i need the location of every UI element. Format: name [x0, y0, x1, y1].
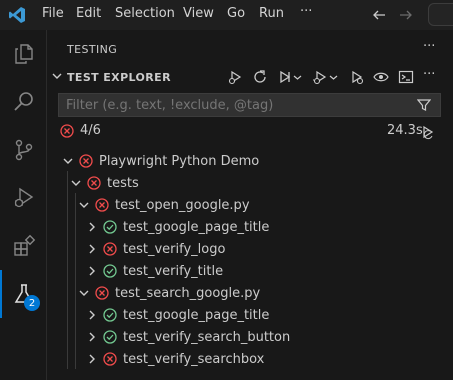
section-collapse-chevron-icon[interactable] [51, 70, 63, 82]
refresh-tests-icon[interactable] [226, 68, 244, 86]
chevron-down-icon[interactable] [78, 199, 90, 211]
test-failed-icon [95, 198, 109, 212]
menu-file[interactable]: File [42, 6, 64, 21]
menu-edit[interactable]: Edit [76, 6, 101, 21]
test-tree-row[interactable]: test_open_google.py [47, 194, 453, 216]
test-failed-icon [103, 352, 117, 366]
test-passed-icon [103, 308, 117, 322]
extensions-icon[interactable] [0, 222, 47, 270]
continuous-run-eye-icon[interactable] [372, 68, 390, 86]
test-tree-label: test_google_page_title [123, 307, 270, 323]
test-tree-label: test_open_google.py [115, 197, 250, 213]
chevron-down-icon[interactable] [78, 287, 90, 299]
menu-more[interactable]: ··· [300, 4, 312, 19]
run-all-tests-icon[interactable] [276, 68, 294, 86]
debug-dropdown-chevron-icon[interactable] [329, 73, 338, 82]
test-tree-row[interactable]: test_verify_search_button [47, 326, 453, 348]
run-with-coverage-icon[interactable] [348, 68, 366, 86]
chevron-down-icon[interactable] [70, 177, 82, 189]
test-tree-row[interactable]: Playwright Python Demo [47, 150, 453, 172]
test-tree-row[interactable]: test_google_page_title [47, 304, 453, 326]
chevron-right-icon[interactable] [86, 243, 98, 255]
sidebar-more-button[interactable]: ··· [423, 39, 435, 54]
testing-icon[interactable] [0, 270, 47, 318]
chevron-right-icon[interactable] [86, 331, 98, 343]
test-tree-label: Playwright Python Demo [99, 153, 260, 169]
vscode-logo-icon [8, 6, 26, 24]
test-failed-icon [95, 286, 109, 300]
test-tree-row[interactable]: test_verify_title [47, 260, 453, 282]
menu-view[interactable]: View [183, 6, 214, 21]
test-tree-row[interactable]: test_google_page_title [47, 216, 453, 238]
test-tree-label: test_search_google.py [115, 285, 261, 301]
source-control-icon[interactable] [0, 126, 47, 174]
activity-bar: 2 [0, 30, 47, 380]
debug-all-tests-icon[interactable] [311, 68, 329, 86]
test-tree-label: test_google_page_title [123, 219, 270, 235]
testing-badge: 2 [24, 295, 40, 311]
chevron-right-icon[interactable] [86, 309, 98, 321]
rerun-last-icon[interactable] [420, 124, 436, 140]
test-failed-icon [103, 242, 117, 256]
test-tree-label: test_verify_searchbox [123, 351, 265, 367]
explorer-icon[interactable] [0, 30, 47, 78]
test-tree-row[interactable]: test_verify_logo [47, 238, 453, 260]
rerun-tests-icon[interactable] [251, 68, 269, 86]
test-tree-row[interactable]: test_search_google.py [47, 282, 453, 304]
summary-count: 4/6 [80, 123, 101, 138]
section-title: TEST EXPLORER [67, 71, 171, 84]
title-bar: File Edit Selection View Go Run ··· [0, 0, 453, 30]
test-failed-icon [87, 176, 101, 190]
test-tree-label: test_verify_title [123, 263, 224, 279]
chevron-right-icon[interactable] [86, 221, 98, 233]
test-passed-icon [103, 220, 117, 234]
test-passed-icon [103, 330, 117, 344]
test-failed-icon [79, 154, 93, 168]
summary-failed-icon [60, 124, 74, 138]
back-arrow-icon[interactable] [372, 8, 386, 22]
run-dropdown-chevron-icon[interactable] [293, 73, 302, 82]
test-tree-row[interactable]: test_verify_searchbox [47, 348, 453, 370]
menu-selection[interactable]: Selection [115, 6, 175, 21]
show-output-terminal-icon[interactable] [397, 68, 415, 86]
menu-go[interactable]: Go [227, 6, 245, 21]
chevron-right-icon[interactable] [86, 265, 98, 277]
test-passed-icon [103, 264, 117, 278]
chevron-down-icon[interactable] [62, 155, 74, 167]
filter-funnel-icon[interactable] [417, 98, 431, 112]
filter-box [58, 93, 441, 117]
test-tree-label: test_verify_logo [123, 241, 226, 257]
filter-input[interactable] [59, 94, 399, 116]
test-tree-row[interactable]: tests [47, 172, 453, 194]
command-center[interactable] [428, 3, 453, 26]
forward-arrow-icon[interactable] [399, 8, 413, 22]
chevron-right-icon[interactable] [86, 353, 98, 365]
run-debug-icon[interactable] [0, 174, 47, 222]
menu-run[interactable]: Run [259, 6, 284, 21]
search-icon[interactable] [0, 78, 47, 126]
run-duration: 24.3s [387, 123, 423, 138]
section-more-button[interactable]: ··· [423, 67, 435, 82]
test-tree-label: tests [107, 175, 139, 191]
sidebar-title: TESTING [67, 43, 118, 56]
test-tree-label: test_verify_search_button [123, 329, 291, 345]
